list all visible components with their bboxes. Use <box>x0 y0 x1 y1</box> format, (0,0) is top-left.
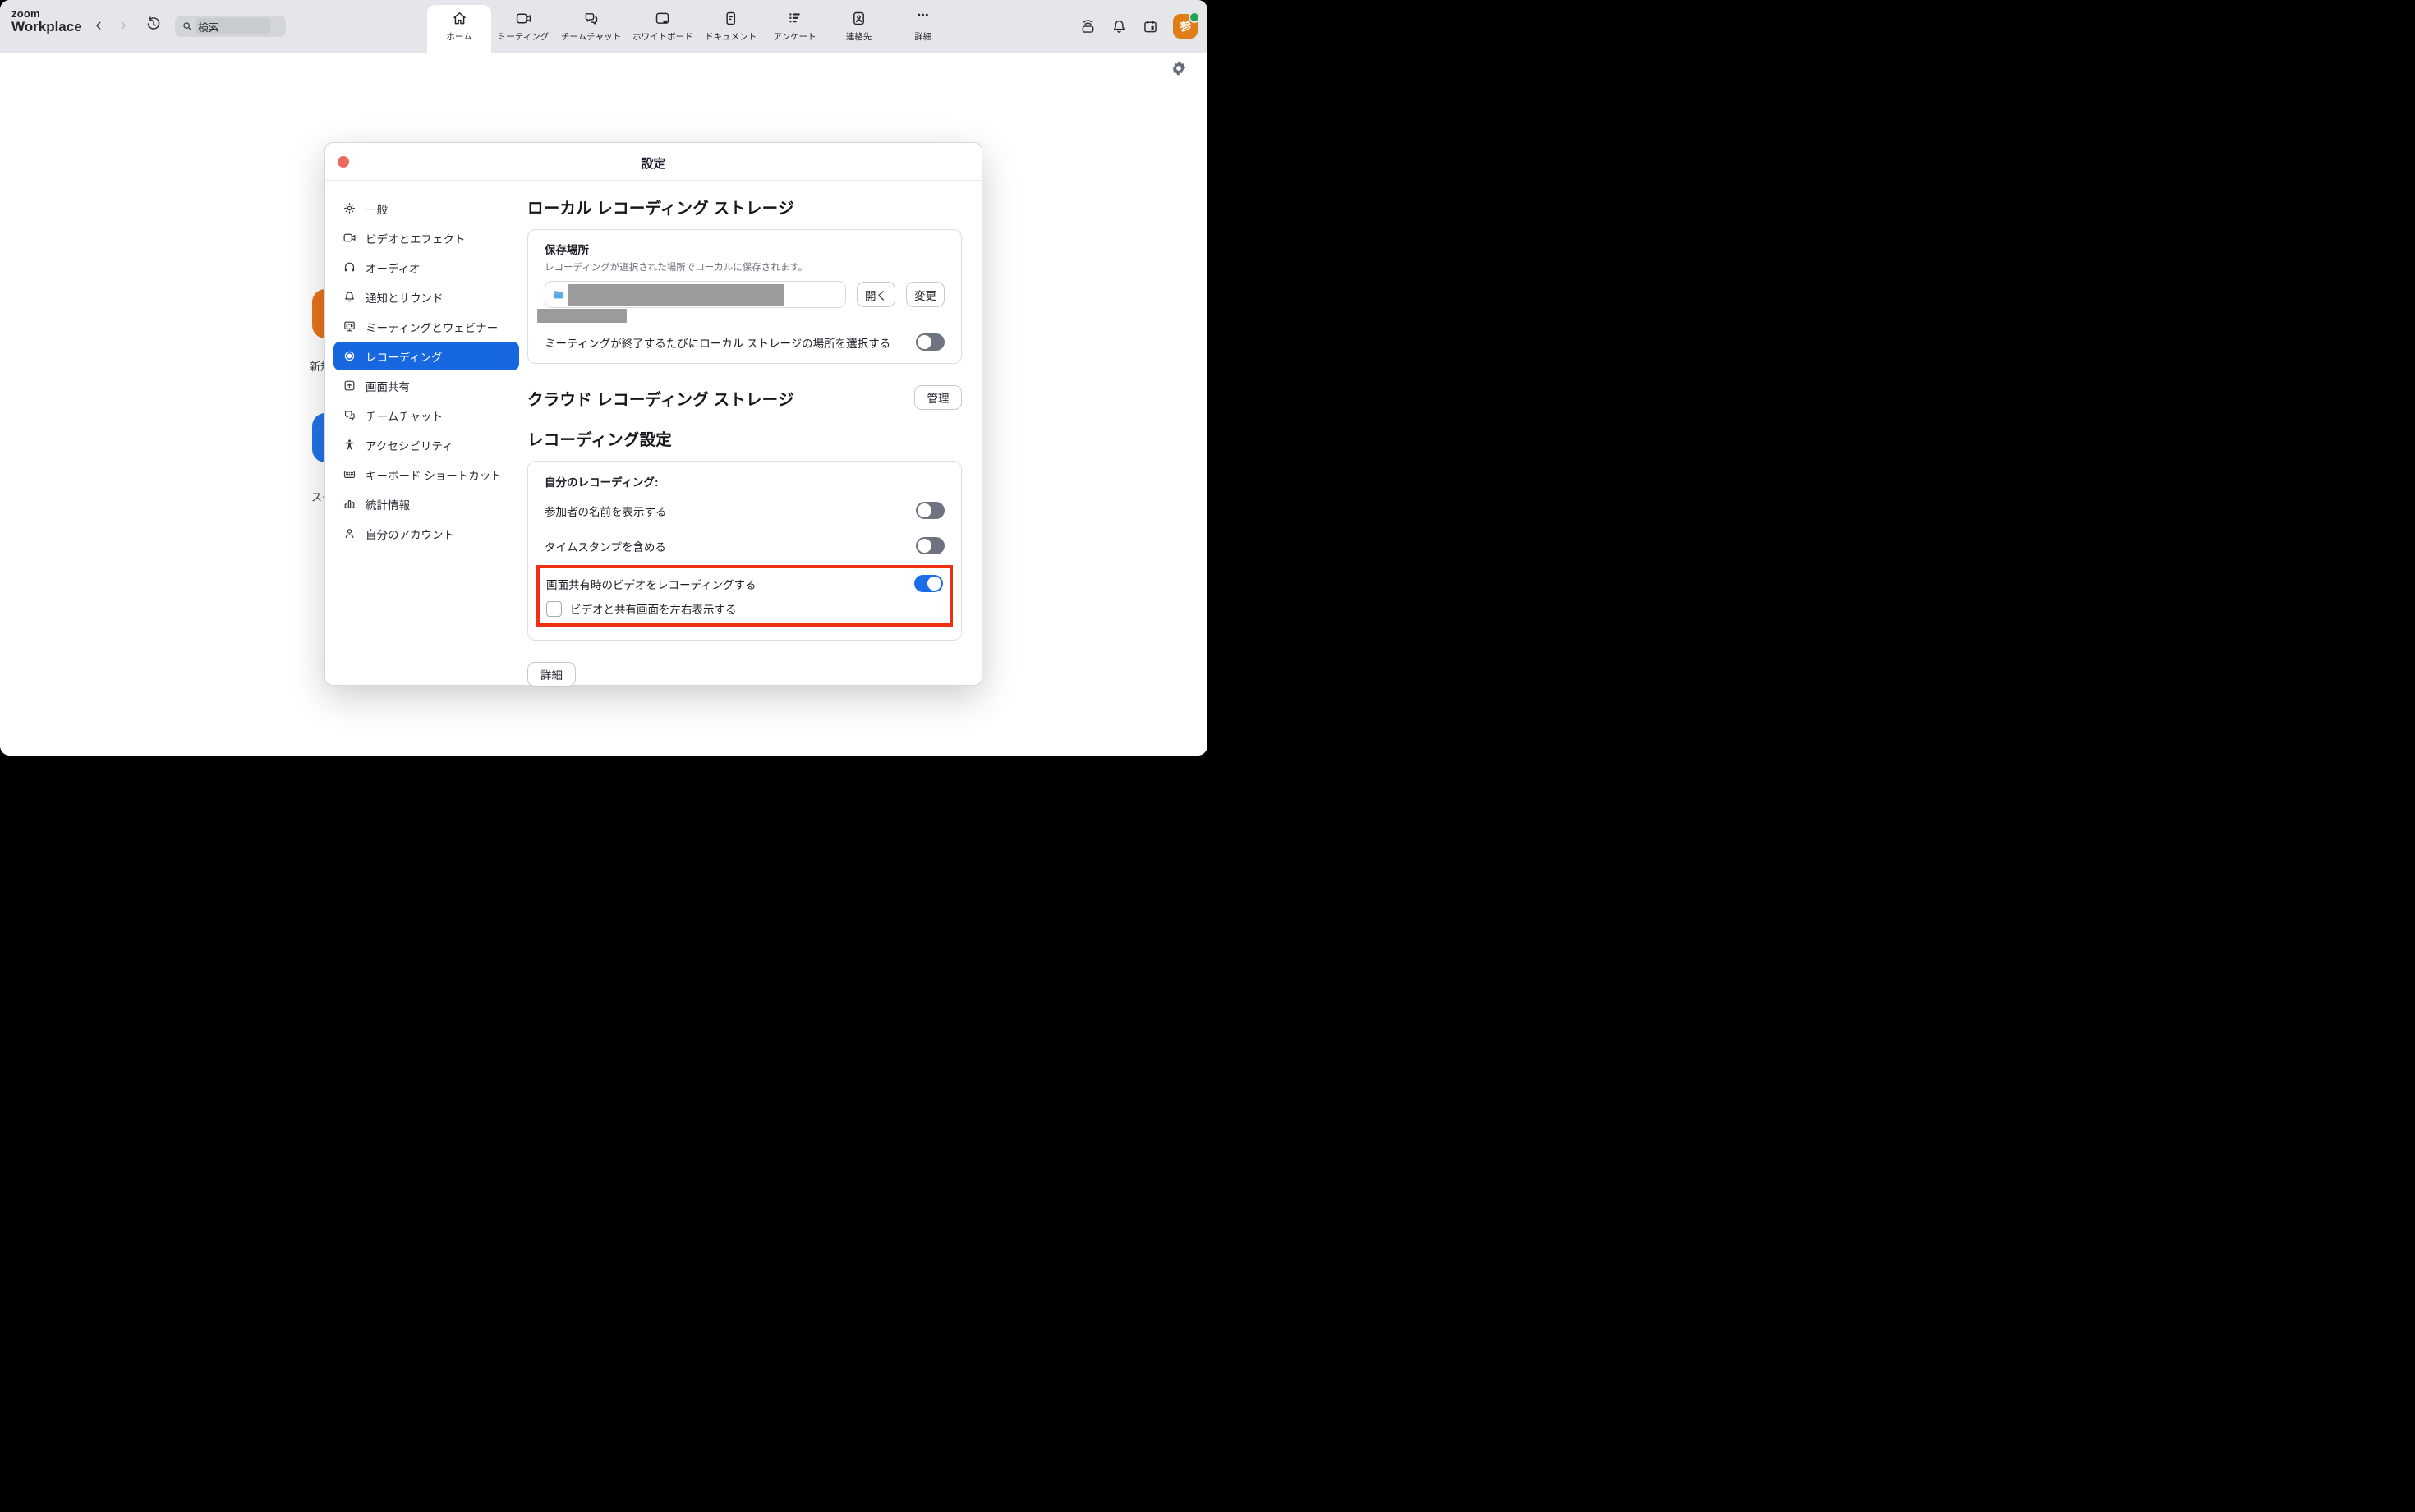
sidebar-item-team-chat[interactable]: チームチャット <box>334 401 519 430</box>
sidebar-item-audio[interactable]: オーディオ <box>334 253 519 282</box>
new-meeting-label: 新規 <box>310 358 326 374</box>
choose-location-toggle[interactable] <box>916 333 945 351</box>
avatar[interactable]: 参 <box>1173 14 1198 39</box>
sidebar-item-accessibility[interactable]: アクセシビリティ <box>334 430 519 459</box>
video-camera-icon <box>515 10 532 27</box>
cloud-recording-heading: クラウド レコーディング ストレージ <box>527 386 914 410</box>
accessibility-person-icon <box>343 438 356 452</box>
highlight-red-box: 画面共有時のビデオをレコーディングする ビデオと共有画面を左右表示する <box>536 565 953 627</box>
show-participant-names-toggle[interactable] <box>916 502 945 519</box>
presence-dot <box>1189 11 1200 23</box>
my-recordings-label: 自分のレコーディング: <box>545 473 945 489</box>
tab-more[interactable]: 詳細 <box>891 5 955 53</box>
include-timestamp-toggle[interactable] <box>916 537 945 554</box>
sidebar-item-video[interactable]: ビデオとエフェクト <box>334 223 519 252</box>
share-screen-icon <box>343 379 356 393</box>
keyboard-icon <box>343 467 356 481</box>
save-location-desc: レコーディングが選択された場所でローカルに保存されます。 <box>545 260 945 273</box>
advanced-button[interactable]: 詳細 <box>527 662 576 687</box>
tab-whiteboard[interactable]: ホワイトボード <box>627 5 699 53</box>
local-storage-card: 保存場所 レコーディングが選択された場所でローカルに保存されます。 開く 変更 <box>527 229 962 364</box>
settings-sidebar: 一般 ビデオとエフェクト オーディオ <box>325 181 527 684</box>
sidebar-item-meetings-webinars[interactable]: ミーティングとウェビナー <box>334 312 519 341</box>
share-to-device-icon[interactable] <box>1079 18 1097 35</box>
person-icon <box>343 526 356 540</box>
sidebar-item-recording[interactable]: レコーディング <box>334 342 519 370</box>
sidebar-item-general[interactable]: 一般 <box>334 194 519 223</box>
document-icon <box>722 10 739 27</box>
history-icon[interactable] <box>145 15 163 33</box>
bell-icon <box>343 290 356 304</box>
titlebar: zoom Workplace ‹ › 検索 ホーム <box>0 0 1208 53</box>
calendar-icon[interactable] <box>1142 18 1159 35</box>
logo-zoom: zoom <box>12 8 82 20</box>
whiteboard-icon <box>654 10 671 27</box>
sidebar-item-notifications[interactable]: 通知とサウンド <box>334 283 519 311</box>
more-dots-icon <box>914 10 932 27</box>
sidebar-item-screen-share[interactable]: 画面共有 <box>334 371 519 400</box>
back-button[interactable]: ‹ <box>89 13 108 36</box>
folder-icon <box>552 288 565 301</box>
main-tabs: ホーム ミーティング チームチャット ホワイトボー <box>427 5 955 53</box>
home-icon <box>451 10 468 27</box>
recording-path-field[interactable] <box>545 281 846 308</box>
open-button[interactable]: 開く <box>857 282 895 307</box>
recording-settings-card: 自分のレコーディング: 参加者の名前を表示する タイムスタンプを含める 画面共有… <box>527 461 962 641</box>
side-by-side-checkbox[interactable] <box>546 601 562 617</box>
side-by-side-label: ビデオと共有画面を左右表示する <box>570 600 737 617</box>
monitor-grid-icon <box>343 319 356 333</box>
schedule-label: スケ <box>311 489 325 504</box>
change-button[interactable]: 変更 <box>906 282 945 307</box>
record-video-during-share-label: 画面共有時のビデオをレコーディングする <box>546 576 914 592</box>
bar-chart-icon <box>343 497 356 511</box>
tab-docs[interactable]: ドキュメント <box>699 5 763 53</box>
include-timestamp-label: タイムスタンプを含める <box>545 538 916 554</box>
chat-bubbles-icon <box>582 10 600 27</box>
forward-button[interactable]: › <box>113 13 133 36</box>
show-participant-names-label: 参加者の名前を表示する <box>545 503 916 519</box>
notifications-bell-icon[interactable] <box>1111 18 1128 35</box>
save-location-label: 保存場所 <box>545 241 945 257</box>
zoom-workplace-window: zoom Workplace ‹ › 検索 ホーム <box>0 0 1208 756</box>
titlebar-right: 参 <box>1079 0 1198 53</box>
manage-button[interactable]: 管理 <box>914 385 962 410</box>
gear-icon <box>343 201 356 215</box>
redacted-path-overflow <box>537 309 627 323</box>
choose-location-label: ミーティングが終了するたびにローカル ストレージの場所を選択する <box>545 334 916 351</box>
logo-workplace: Workplace <box>12 20 82 34</box>
sidebar-item-keyboard-shortcuts[interactable]: キーボード ショートカット <box>334 460 519 489</box>
settings-dialog-header: 設定 <box>325 143 982 181</box>
chat-bubbles-icon <box>343 408 356 422</box>
settings-dialog: 設定 一般 ビデオとエフェクト <box>324 142 982 686</box>
tab-team-chat[interactable]: チームチャット <box>555 5 627 53</box>
zoom-workplace-logo: zoom Workplace <box>12 8 82 34</box>
tab-contacts[interactable]: 連絡先 <box>827 5 891 53</box>
survey-icon <box>786 10 803 27</box>
search-placeholder: 検索 <box>198 19 219 34</box>
settings-content: ローカル レコーディング ストレージ 保存場所 レコーディングが選択された場所で… <box>527 181 982 684</box>
record-icon <box>343 349 356 363</box>
headphones-icon <box>343 260 356 274</box>
tab-meetings[interactable]: ミーティング <box>491 5 555 53</box>
video-camera-icon <box>343 231 356 245</box>
redacted-path <box>568 284 784 306</box>
search-icon <box>182 21 193 32</box>
contact-card-icon <box>850 10 867 27</box>
tab-home[interactable]: ホーム <box>427 5 491 53</box>
tab-surveys[interactable]: アンケート <box>763 5 827 53</box>
search-input[interactable]: 検索 <box>175 16 286 37</box>
home-settings-gear-icon[interactable] <box>1171 61 1186 76</box>
sidebar-item-my-account[interactable]: 自分のアカウント <box>334 519 519 548</box>
local-recording-heading: ローカル レコーディング ストレージ <box>527 195 962 218</box>
settings-dialog-title: 設定 <box>325 154 982 172</box>
record-video-during-share-toggle[interactable] <box>914 575 943 592</box>
sidebar-item-statistics[interactable]: 統計情報 <box>334 489 519 518</box>
recording-settings-heading: レコーディング設定 <box>527 426 962 450</box>
